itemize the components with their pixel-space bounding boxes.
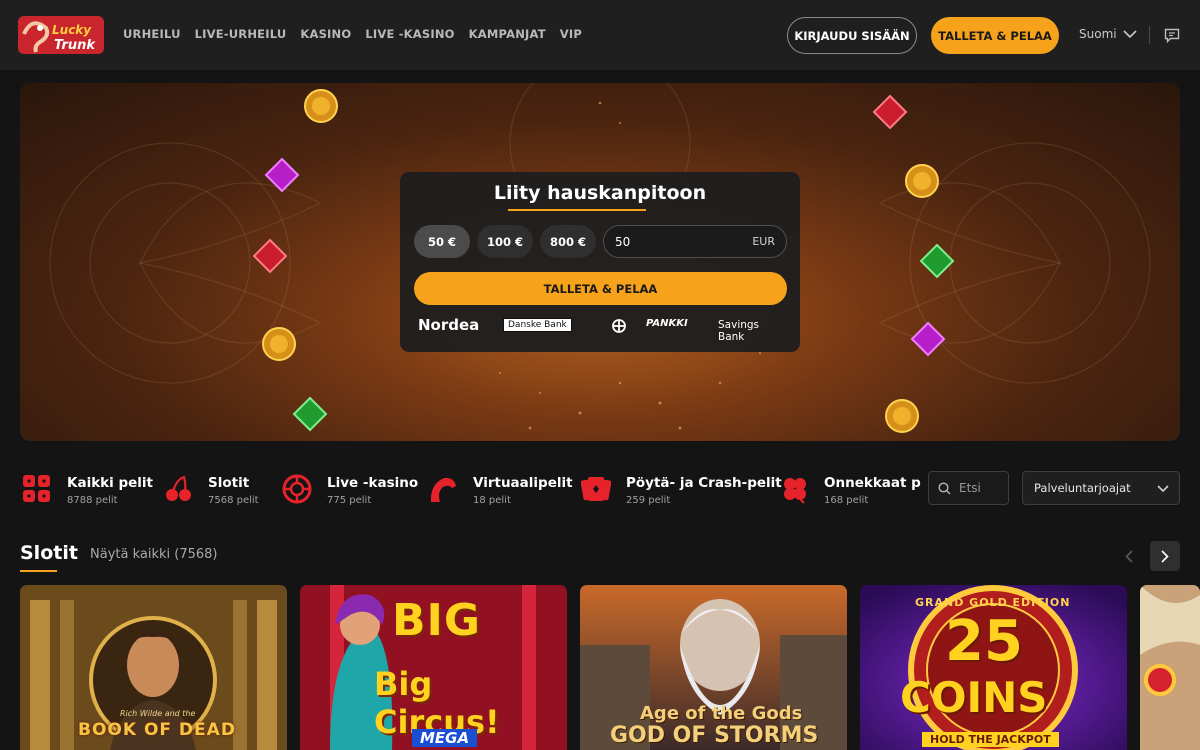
game-title-coins: COINS xyxy=(900,673,1048,722)
currency-label: EUR xyxy=(752,235,775,248)
signup-title: Liity hauskanpitoon xyxy=(493,182,707,204)
signup-widget: Liity hauskanpitoon 50 € 100 € 800 € 50 … xyxy=(400,172,800,352)
amount-chip-800[interactable]: 800 € xyxy=(540,225,596,258)
partial-game-artwork xyxy=(1140,585,1200,750)
bank-danske-logo: Danske Bank xyxy=(503,318,572,332)
clover-icon xyxy=(784,478,806,504)
game-subtitle: Rich Wilde and the xyxy=(120,709,196,718)
nav-live-kasino[interactable]: LIVE -KASINO xyxy=(365,27,454,41)
nav-live-urheilu[interactable]: LIVE-URHEILU xyxy=(195,27,287,41)
main-nav: URHEILU LIVE-URHEILU KASINO LIVE -KASINO… xyxy=(123,27,582,41)
category-name: Onnekkaat p xyxy=(824,475,921,491)
hero-banner: Liity hauskanpitoon 50 € 100 € 800 € 50 … xyxy=(20,83,1180,441)
providers-label: Palveluntarjoajat xyxy=(1034,481,1131,495)
providers-dropdown[interactable]: Palveluntarjoajat xyxy=(1022,471,1180,505)
game-tile-big-circus[interactable]: BIG Big Circus! MEGA xyxy=(300,585,567,750)
language-selector[interactable]: Suomi xyxy=(1079,27,1137,41)
top-header: Lucky Trunk URHEILU LIVE-URHEILU KASINO … xyxy=(0,0,1200,70)
category-name: Virtuaalipelit xyxy=(473,475,573,491)
svg-text:Lucky: Lucky xyxy=(52,23,92,37)
deposit-play-button[interactable]: TALLETA & PELAA xyxy=(931,17,1059,54)
category-name: Kaikki pelit xyxy=(67,475,154,491)
signup-deposit-button[interactable]: TALLETA & PELAA xyxy=(414,272,787,305)
category-virtual[interactable]: Virtuaalipelit 18 pelit xyxy=(428,466,573,508)
category-count: 259 pelit xyxy=(626,495,671,506)
roulette-icon xyxy=(282,474,312,504)
dice-icon xyxy=(23,475,50,502)
header-divider xyxy=(1149,26,1150,44)
game-subtitle: MEGA xyxy=(412,729,478,747)
lucky-trunk-logo[interactable]: Lucky Trunk xyxy=(18,12,104,58)
nav-kampanjat[interactable]: KAMPANJAT xyxy=(469,27,546,41)
bank-nordea-logo: Nordea xyxy=(418,316,480,334)
horse-icon xyxy=(430,477,456,502)
svg-text:Trunk: Trunk xyxy=(54,38,96,53)
category-live-casino[interactable]: Live -kasino 775 pelit xyxy=(282,466,418,508)
category-name: Live -kasino xyxy=(327,475,419,491)
amount-input[interactable]: 50 EUR xyxy=(603,225,787,258)
category-lucky[interactable]: Onnekkaat p 168 pelit xyxy=(780,466,921,508)
game-title: Book of Dead xyxy=(78,720,236,740)
chevron-down-icon xyxy=(1123,29,1137,38)
amount-chip-50[interactable]: 50 € xyxy=(414,225,470,258)
category-name: Slotit xyxy=(208,475,250,491)
category-count: 775 pelit xyxy=(327,495,372,506)
chevron-down-icon xyxy=(1157,485,1169,493)
search-input[interactable]: Etsi xyxy=(928,471,1009,505)
section-title: Slotit xyxy=(20,542,78,564)
game-subtitle: God of Storms xyxy=(610,723,819,748)
language-label: Suomi xyxy=(1079,27,1117,41)
game-tile-book-of-dead[interactable]: Rich Wilde and the Book of Dead xyxy=(20,585,287,750)
category-table-crash[interactable]: Pöytä- ja Crash-pelit 259 pelit xyxy=(581,466,782,508)
amount-value: 50 xyxy=(615,235,631,249)
game-tile-partial[interactable] xyxy=(1140,585,1200,750)
game-title: Age of the Gods xyxy=(640,703,803,724)
nav-kasino[interactable]: KASINO xyxy=(300,27,351,41)
game-edition-label: GRAND GOLD EDITION xyxy=(915,596,1071,609)
nav-vip[interactable]: VIP xyxy=(560,27,582,41)
category-count: 18 pelit xyxy=(473,495,511,506)
category-count: 8788 pelit xyxy=(67,495,118,506)
category-all-games[interactable]: Kaikki pelit 8788 pelit xyxy=(22,466,154,508)
bank-spankki-logo: PANKKI xyxy=(646,318,688,329)
carousel-prev-button[interactable] xyxy=(1114,541,1144,571)
chevron-left-icon xyxy=(1125,549,1133,563)
category-slots[interactable]: Slotit 7568 pelit xyxy=(164,466,274,508)
game-title-big: BIG xyxy=(392,595,482,646)
search-placeholder: Etsi xyxy=(959,481,981,495)
bank-savings-logo: Savings Bank xyxy=(718,319,760,343)
bank-op-logo xyxy=(612,318,626,337)
chat-icon[interactable] xyxy=(1164,28,1180,47)
nav-urheilu[interactable]: URHEILU xyxy=(123,27,181,41)
cards-icon xyxy=(581,477,611,501)
login-button[interactable]: KIRJAUDU SISÄÄN xyxy=(787,17,917,54)
category-bar: Kaikki pelit 8788 pelit Slotit 7568 peli… xyxy=(0,466,921,508)
carousel-next-button[interactable] xyxy=(1150,541,1180,571)
game-subtitle: Hold the Jackpot xyxy=(922,732,1059,747)
chevron-right-icon xyxy=(1161,549,1169,563)
game-tile-25-coins[interactable]: GRAND GOLD EDITION 25 COINS Hold the Jac… xyxy=(860,585,1127,750)
amount-chip-100[interactable]: 100 € xyxy=(477,225,533,258)
game-number: 25 xyxy=(945,609,1023,674)
bank-logos: Nordea Danske Bank PANKKI Savings Bank xyxy=(418,316,784,343)
category-name: Pöytä- ja Crash-pelit xyxy=(626,475,782,491)
category-count: 7568 pelit xyxy=(208,495,259,506)
view-all-link[interactable]: Näytä kaikki (7568) xyxy=(90,547,218,562)
cherry-icon xyxy=(166,475,191,501)
title-underline xyxy=(508,209,646,211)
category-count: 168 pelit xyxy=(824,495,869,506)
game-tile-age-of-the-gods[interactable]: Age of the Gods God of Storms xyxy=(580,585,847,750)
search-icon xyxy=(938,482,951,495)
section-underline xyxy=(20,570,57,572)
